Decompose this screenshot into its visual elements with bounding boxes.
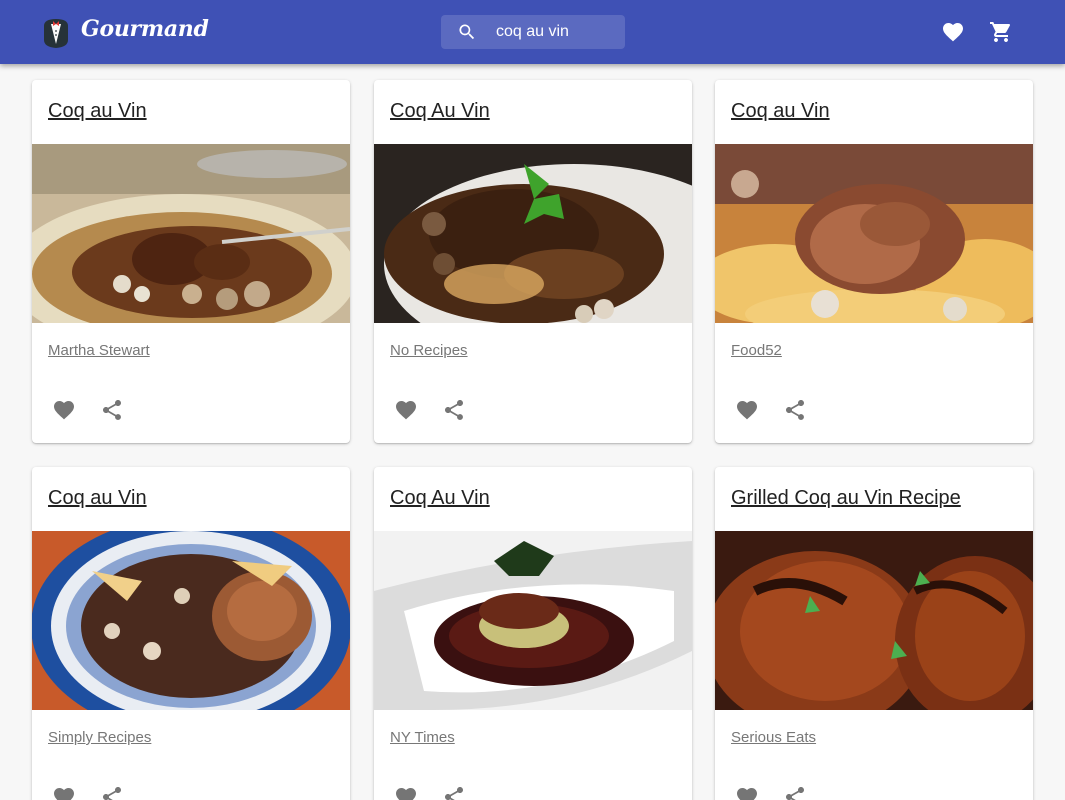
recipe-title-link[interactable]: Coq au Vin — [731, 100, 830, 123]
recipe-card: Coq Au Vin No Recipes — [374, 80, 692, 443]
recipe-title-link[interactable]: Coq au Vin — [48, 487, 147, 510]
recipe-source-link[interactable]: Simply Recipes — [48, 729, 151, 746]
cart-icon[interactable] — [989, 20, 1013, 44]
dish-illustration — [32, 144, 350, 323]
share-icon[interactable] — [783, 785, 807, 800]
recipe-source-link[interactable]: Martha Stewart — [48, 342, 150, 359]
recipe-photo[interactable] — [374, 531, 692, 710]
search-box[interactable] — [441, 15, 625, 49]
favorite-heart-icon[interactable] — [394, 785, 418, 800]
favorite-heart-icon[interactable] — [735, 785, 759, 800]
search-icon — [459, 24, 475, 40]
favorite-heart-icon[interactable] — [52, 785, 76, 800]
favorites-heart-icon[interactable] — [941, 20, 965, 44]
recipe-card: Coq Au Vin NY Times — [374, 467, 692, 800]
recipe-title-link[interactable]: Coq Au Vin — [390, 487, 490, 510]
recipe-photo[interactable] — [374, 144, 692, 323]
recipe-photo[interactable] — [715, 531, 1033, 710]
recipe-title-link[interactable]: Coq au Vin — [48, 100, 147, 123]
brand-name[interactable]: Gourmand — [81, 16, 209, 42]
dish-illustration — [715, 144, 1033, 323]
dish-illustration — [715, 531, 1033, 710]
recipe-source-link[interactable]: Serious Eats — [731, 729, 816, 746]
search-input[interactable] — [496, 15, 621, 49]
recipe-card: Grilled Coq au Vin Recipe Serious Eats — [715, 467, 1033, 800]
share-icon[interactable] — [100, 785, 124, 800]
dish-illustration — [374, 531, 692, 710]
share-icon[interactable] — [100, 398, 124, 422]
logo-icon[interactable] — [38, 14, 74, 50]
share-icon[interactable] — [442, 398, 466, 422]
share-icon[interactable] — [442, 785, 466, 800]
recipe-source-link[interactable]: Food52 — [731, 342, 782, 359]
app-bar: Gourmand — [0, 0, 1065, 64]
recipe-card: Coq au Vin Food52 — [715, 80, 1033, 443]
favorite-heart-icon[interactable] — [394, 398, 418, 422]
recipe-card: Coq au Vin Martha Stewart — [32, 80, 350, 443]
favorite-heart-icon[interactable] — [735, 398, 759, 422]
recipe-card: Coq au Vin Simply Recipes — [32, 467, 350, 800]
recipe-title-link[interactable]: Grilled Coq au Vin Recipe — [731, 487, 961, 510]
recipe-title-link[interactable]: Coq Au Vin — [390, 100, 490, 123]
dish-illustration — [32, 531, 350, 710]
dish-illustration — [374, 144, 692, 323]
recipe-photo[interactable] — [32, 531, 350, 710]
recipe-source-link[interactable]: NY Times — [390, 729, 455, 746]
recipe-source-link[interactable]: No Recipes — [390, 342, 468, 359]
recipe-photo[interactable] — [715, 144, 1033, 323]
recipe-photo[interactable] — [32, 144, 350, 323]
share-icon[interactable] — [783, 398, 807, 422]
favorite-heart-icon[interactable] — [52, 398, 76, 422]
